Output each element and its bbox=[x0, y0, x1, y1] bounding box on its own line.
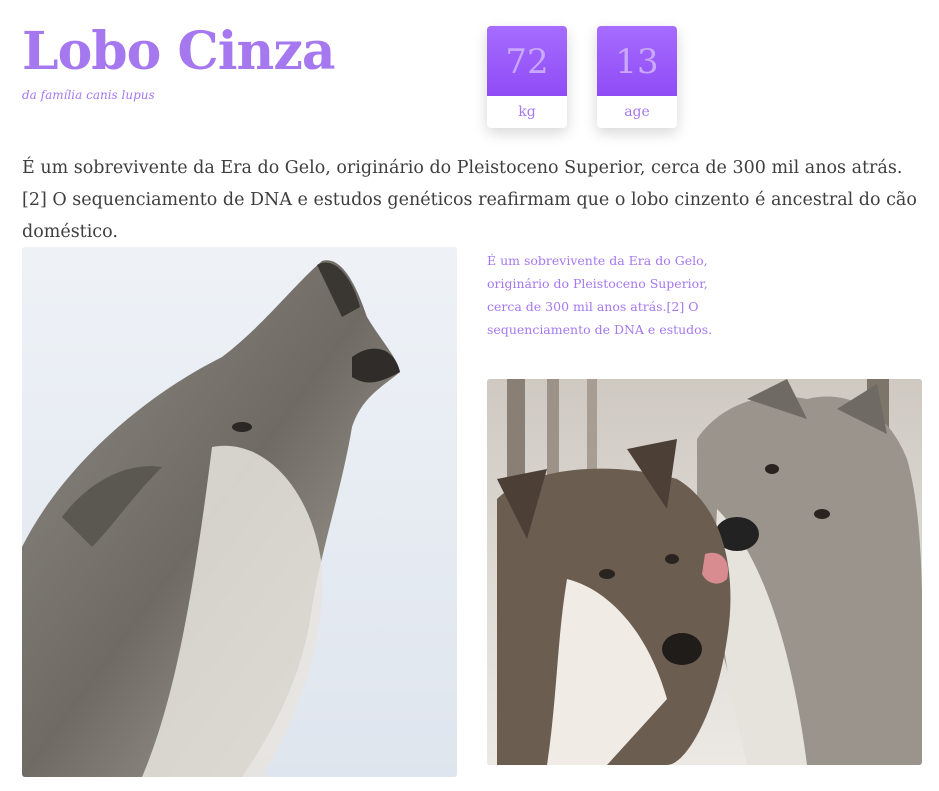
two-wolves-photo bbox=[487, 379, 922, 765]
page-title: Lobo Cinza bbox=[22, 21, 336, 82]
stat-card-weight: 72 kg bbox=[487, 26, 567, 128]
intro-paragraph: É um sobrevivente da Era do Gelo, origin… bbox=[22, 158, 917, 242]
stat-unit-label: age bbox=[624, 104, 650, 120]
page-subtitle: da família canis lupus bbox=[22, 88, 155, 102]
stat-value: 72 bbox=[487, 26, 567, 96]
howling-wolf-photo bbox=[22, 247, 457, 777]
stat-card-age: 13 age bbox=[597, 26, 677, 128]
side-paragraph: É um sobrevivente da Era do Gelo, origin… bbox=[487, 253, 713, 337]
stat-value: 13 bbox=[597, 26, 677, 96]
stat-unit-label: kg bbox=[518, 104, 536, 120]
